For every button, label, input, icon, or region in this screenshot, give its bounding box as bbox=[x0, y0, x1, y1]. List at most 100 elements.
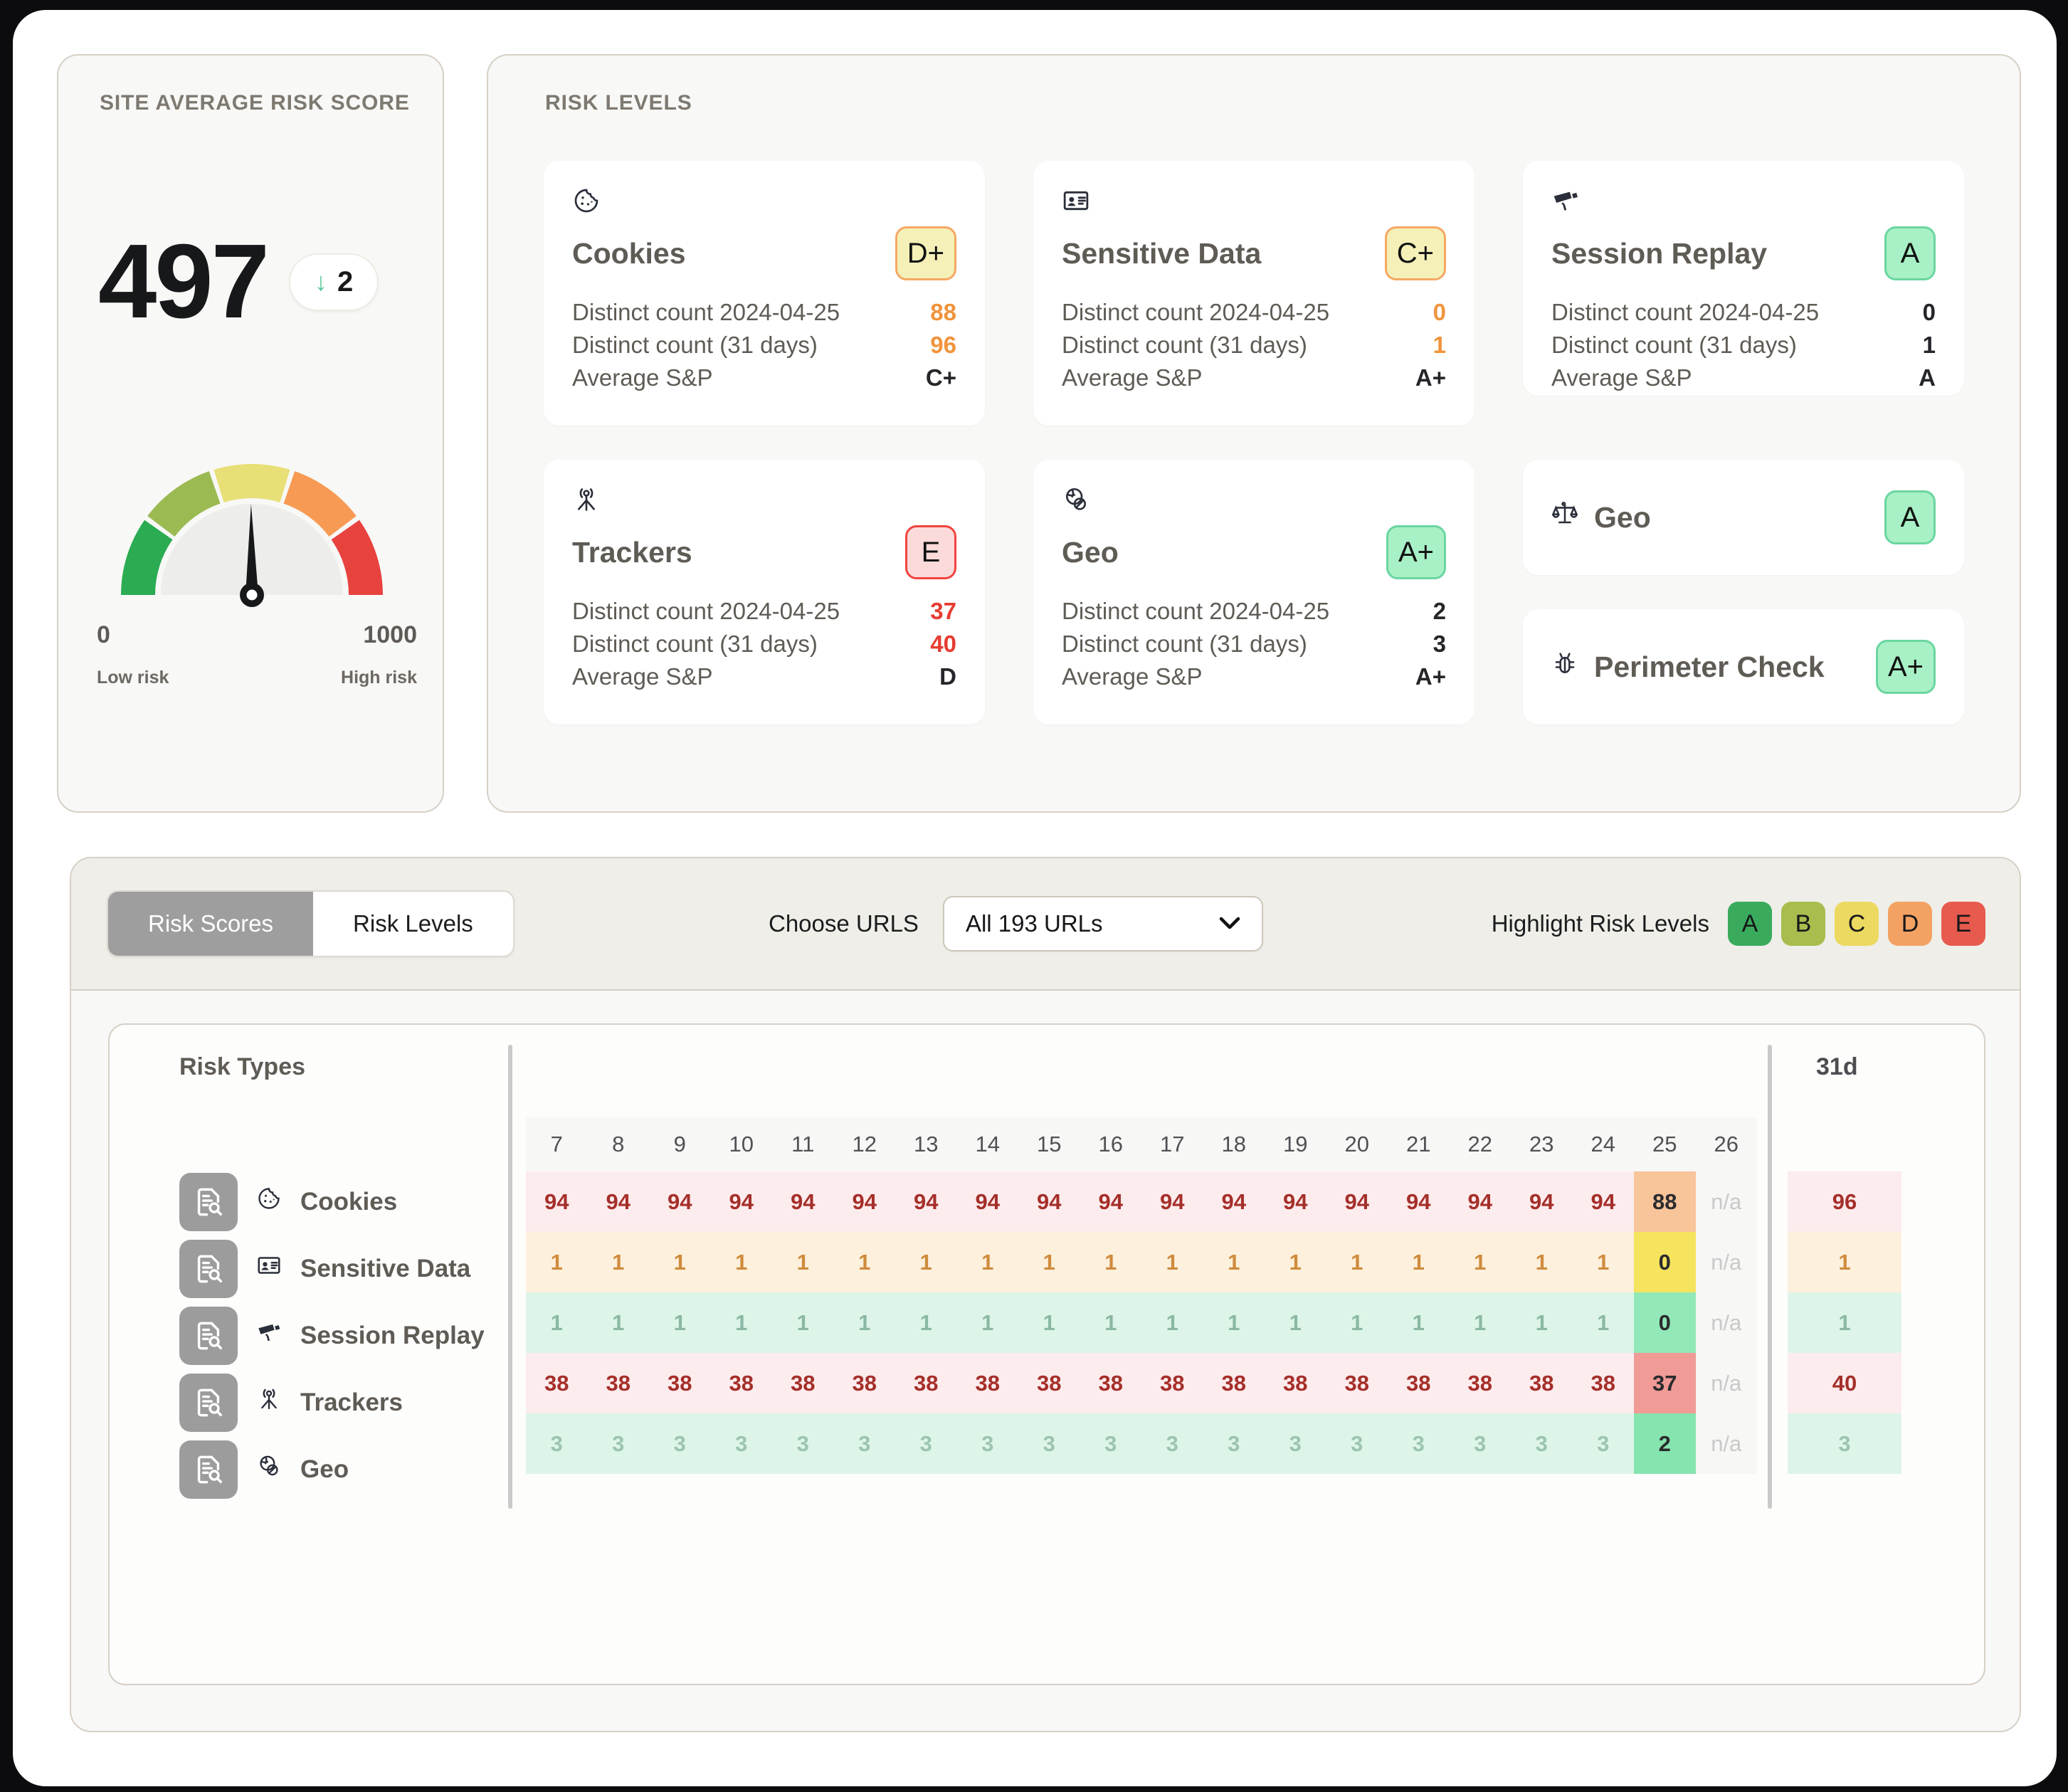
tab-risk-scores[interactable]: Risk Scores bbox=[108, 892, 314, 956]
matrix-summary-cell[interactable]: 1 bbox=[1788, 1292, 1901, 1353]
matrix-cell[interactable]: 1 bbox=[1388, 1232, 1450, 1292]
matrix-cell[interactable]: 1 bbox=[587, 1232, 649, 1292]
matrix-cell[interactable]: 2 bbox=[1634, 1413, 1696, 1474]
matrix-cell[interactable]: 94 bbox=[1326, 1171, 1388, 1232]
matrix-cell[interactable]: 1 bbox=[1449, 1232, 1511, 1292]
matrix-cell[interactable]: 3 bbox=[1326, 1413, 1388, 1474]
matrix-cell[interactable]: 38 bbox=[587, 1353, 649, 1413]
matrix-cell[interactable]: 88 bbox=[1634, 1171, 1696, 1232]
matrix-cell[interactable]: 3 bbox=[895, 1413, 957, 1474]
matrix-cell[interactable]: 38 bbox=[1018, 1353, 1080, 1413]
view-mode-tabs[interactable]: Risk Scores Risk Levels bbox=[107, 890, 515, 957]
risk-level-chip-d[interactable]: D bbox=[1888, 902, 1932, 946]
matrix-cell[interactable]: n/a bbox=[1695, 1353, 1757, 1413]
risk-card-geo[interactable]: Geo A+ Distinct count 2024-04-25 2 Disti… bbox=[1033, 460, 1474, 724]
matrix-cell[interactable]: 94 bbox=[526, 1171, 588, 1232]
matrix-cell[interactable]: 1 bbox=[1265, 1232, 1326, 1292]
risk-level-chip-c[interactable]: C bbox=[1835, 902, 1879, 946]
matrix-cell[interactable]: 3 bbox=[1203, 1413, 1265, 1474]
matrix-cell[interactable]: 1 bbox=[526, 1232, 588, 1292]
matrix-cell[interactable]: 38 bbox=[649, 1353, 711, 1413]
matrix-cell[interactable]: 1 bbox=[1141, 1292, 1203, 1353]
risk-type-row-geo[interactable]: Geo bbox=[179, 1439, 507, 1500]
matrix-summary-cell[interactable]: 96 bbox=[1788, 1171, 1901, 1232]
matrix-cell[interactable]: 3 bbox=[772, 1413, 834, 1474]
matrix-cell[interactable]: n/a bbox=[1695, 1232, 1757, 1292]
document-search-icon[interactable] bbox=[179, 1239, 238, 1298]
matrix-cell[interactable]: 94 bbox=[1203, 1171, 1265, 1232]
matrix-cell[interactable]: 94 bbox=[833, 1171, 895, 1232]
matrix-cell[interactable]: 1 bbox=[649, 1292, 711, 1353]
matrix-cell[interactable]: 1 bbox=[895, 1232, 957, 1292]
matrix-cell[interactable]: 38 bbox=[772, 1353, 834, 1413]
matrix-cell[interactable]: 94 bbox=[1572, 1171, 1634, 1232]
risk-card-session-replay[interactable]: Session Replay A Distinct count 2024-04-… bbox=[1523, 161, 1964, 396]
matrix-cell[interactable]: 1 bbox=[1388, 1292, 1450, 1353]
risk-level-chip-a[interactable]: A bbox=[1728, 902, 1772, 946]
matrix-cell[interactable]: 38 bbox=[1388, 1353, 1450, 1413]
matrix-cell[interactable]: 3 bbox=[1511, 1413, 1573, 1474]
tab-risk-levels[interactable]: Risk Levels bbox=[313, 892, 513, 956]
matrix-cell[interactable]: 94 bbox=[1018, 1171, 1080, 1232]
document-search-icon[interactable] bbox=[179, 1306, 238, 1365]
matrix-cell[interactable]: 38 bbox=[1203, 1353, 1265, 1413]
matrix-cell[interactable]: 38 bbox=[1141, 1353, 1203, 1413]
risk-type-row-session-replay[interactable]: Session Replay bbox=[179, 1305, 507, 1366]
matrix-cell[interactable]: 1 bbox=[1203, 1292, 1265, 1353]
matrix-cell[interactable]: 1 bbox=[1511, 1292, 1573, 1353]
matrix-cell[interactable]: 3 bbox=[1018, 1413, 1080, 1474]
matrix-summary-cell[interactable]: 1 bbox=[1788, 1232, 1901, 1292]
matrix-cell[interactable]: 38 bbox=[710, 1353, 772, 1413]
matrix-cell[interactable]: 1 bbox=[772, 1292, 834, 1353]
matrix-cell[interactable]: 3 bbox=[1388, 1413, 1450, 1474]
matrix-cell[interactable]: 0 bbox=[1634, 1232, 1696, 1292]
matrix-cell[interactable]: 38 bbox=[833, 1353, 895, 1413]
matrix-cell[interactable]: 38 bbox=[1265, 1353, 1326, 1413]
matrix-cell[interactable]: 1 bbox=[956, 1232, 1018, 1292]
matrix-cell[interactable]: 94 bbox=[956, 1171, 1018, 1232]
url-select[interactable]: All 193 URLs bbox=[942, 896, 1263, 952]
risk-mini-card-geo[interactable]: Geo A bbox=[1523, 460, 1964, 575]
matrix-cell[interactable]: 1 bbox=[649, 1232, 711, 1292]
matrix-cell[interactable]: 3 bbox=[526, 1413, 588, 1474]
matrix-cell[interactable]: 1 bbox=[1018, 1292, 1080, 1353]
matrix-cell[interactable]: 3 bbox=[1080, 1413, 1141, 1474]
matrix-cell[interactable]: 1 bbox=[1449, 1292, 1511, 1353]
matrix-cell[interactable]: 94 bbox=[1265, 1171, 1326, 1232]
matrix-cell[interactable]: 1 bbox=[1265, 1292, 1326, 1353]
risk-mini-card-perimeter-check[interactable]: Perimeter Check A+ bbox=[1523, 609, 1964, 724]
matrix-cell[interactable]: 1 bbox=[1326, 1232, 1388, 1292]
risk-card-trackers[interactable]: Trackers E Distinct count 2024-04-25 37 … bbox=[544, 460, 985, 724]
matrix-cell[interactable]: 1 bbox=[1572, 1292, 1634, 1353]
document-search-icon[interactable] bbox=[179, 1373, 238, 1432]
risk-type-row-trackers[interactable]: Trackers bbox=[179, 1372, 507, 1433]
matrix-cell[interactable]: 94 bbox=[1388, 1171, 1450, 1232]
matrix-cell[interactable]: 1 bbox=[710, 1292, 772, 1353]
matrix-cell[interactable]: 0 bbox=[1634, 1292, 1696, 1353]
matrix-cell[interactable]: 3 bbox=[1449, 1413, 1511, 1474]
matrix-cell[interactable]: 1 bbox=[772, 1232, 834, 1292]
matrix-cell[interactable]: 94 bbox=[710, 1171, 772, 1232]
matrix-cell[interactable]: 94 bbox=[895, 1171, 957, 1232]
matrix-cell[interactable]: 1 bbox=[833, 1292, 895, 1353]
matrix-cell[interactable]: n/a bbox=[1695, 1292, 1757, 1353]
matrix-cell[interactable]: 38 bbox=[1326, 1353, 1388, 1413]
matrix-cell[interactable]: 3 bbox=[1265, 1413, 1326, 1474]
risk-level-chip-e[interactable]: E bbox=[1941, 902, 1985, 946]
risk-type-row-cookies[interactable]: Cookies bbox=[179, 1171, 507, 1232]
matrix-cell[interactable]: 94 bbox=[649, 1171, 711, 1232]
matrix-cell[interactable]: 1 bbox=[587, 1292, 649, 1353]
matrix-cell[interactable]: 1 bbox=[833, 1232, 895, 1292]
matrix-cell[interactable]: n/a bbox=[1695, 1171, 1757, 1232]
matrix-cell[interactable]: 38 bbox=[1511, 1353, 1573, 1413]
matrix-cell[interactable]: 94 bbox=[1511, 1171, 1573, 1232]
matrix-cell[interactable]: 38 bbox=[526, 1353, 588, 1413]
matrix-cell[interactable]: 3 bbox=[1572, 1413, 1634, 1474]
matrix-cell[interactable]: 37 bbox=[1634, 1353, 1696, 1413]
matrix-cell[interactable]: 38 bbox=[1449, 1353, 1511, 1413]
matrix-cell[interactable]: 3 bbox=[833, 1413, 895, 1474]
matrix-cell[interactable]: 1 bbox=[1080, 1292, 1141, 1353]
matrix-cell[interactable]: 1 bbox=[956, 1292, 1018, 1353]
matrix-cell[interactable]: n/a bbox=[1695, 1413, 1757, 1474]
matrix-cell[interactable]: 38 bbox=[1572, 1353, 1634, 1413]
